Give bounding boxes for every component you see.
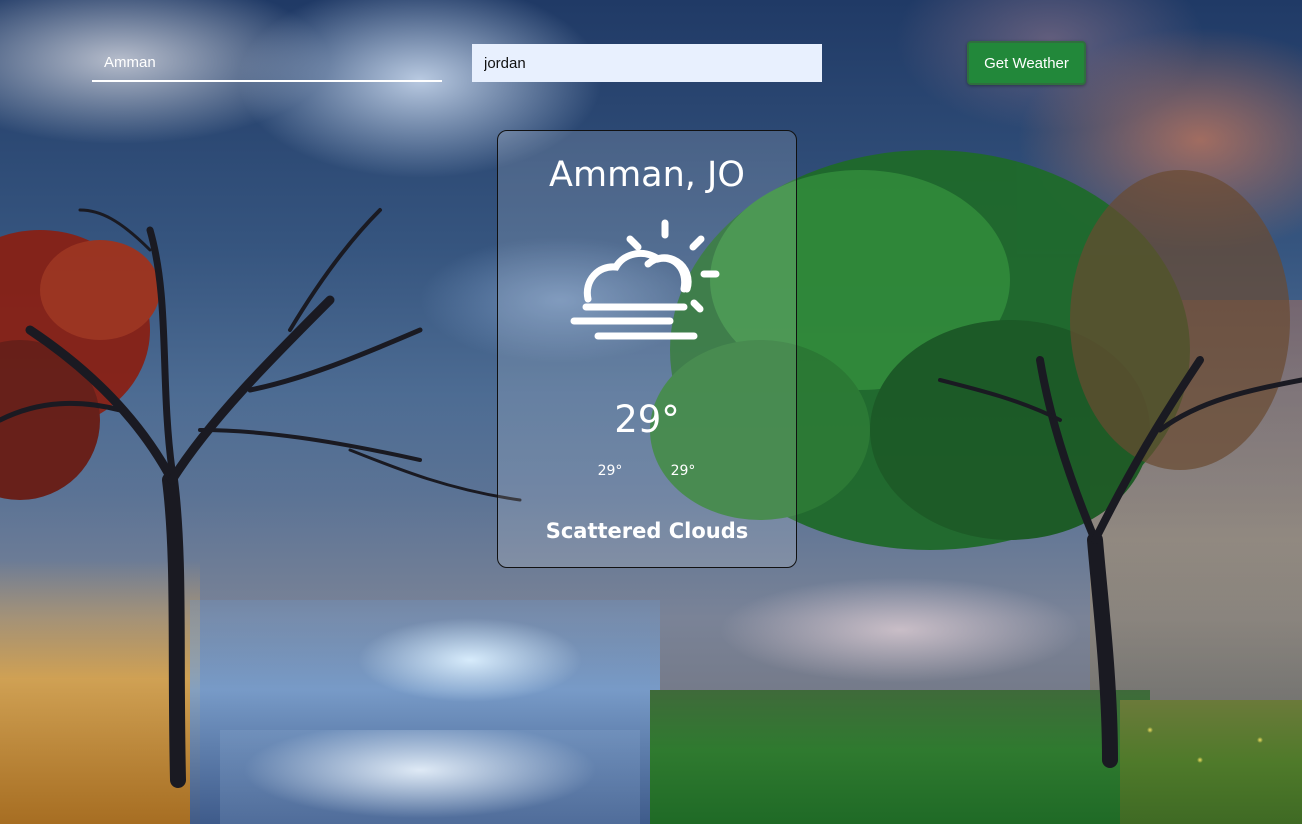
autumn-right-foliage xyxy=(1070,170,1290,470)
max-temperature: 29° xyxy=(670,463,696,479)
weather-description: Scattered Clouds xyxy=(545,519,749,543)
location-title: Amman, JO xyxy=(549,155,745,195)
country-input[interactable] xyxy=(472,44,822,82)
get-weather-button[interactable]: Get Weather xyxy=(967,41,1086,85)
weather-card: Amman, JO 29° 29° 29° Scattered Clouds xyxy=(497,130,797,568)
city-input[interactable] xyxy=(92,44,442,82)
sun-behind-cloud-fog-icon xyxy=(570,219,720,340)
min-temperature: 29° xyxy=(597,463,623,479)
current-temperature: 29° xyxy=(614,398,680,441)
app-background: Get Weather Amman, JO 29° 29° xyxy=(0,0,1302,824)
